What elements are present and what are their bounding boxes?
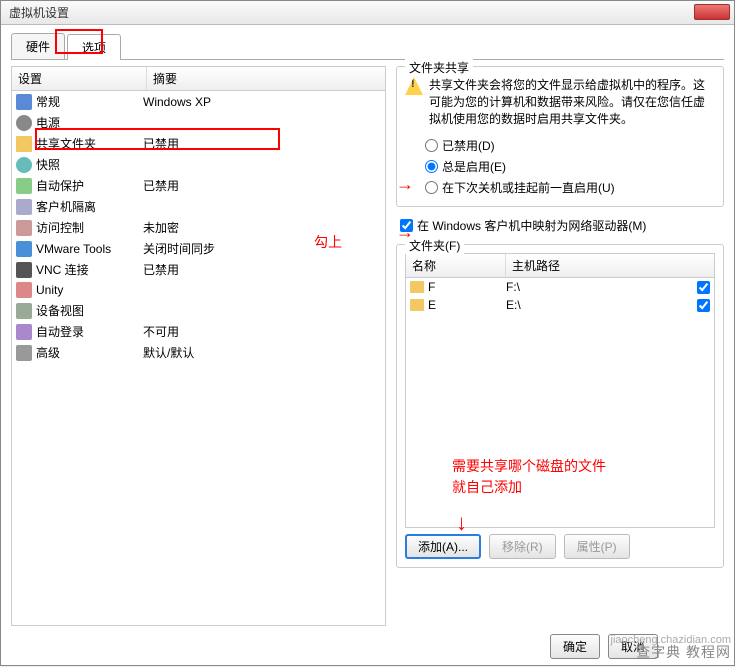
annotation-arrow-1: → <box>396 174 414 195</box>
folder-buttons: 添加(A)... 移除(R) 属性(P) <box>405 534 715 559</box>
properties-button[interactable]: 属性(P) <box>564 534 630 559</box>
row-name: 快照 <box>36 156 60 173</box>
add-button[interactable]: 添加(A)... <box>405 534 481 559</box>
close-button[interactable] <box>694 4 730 20</box>
list-row[interactable]: 自动登录 不可用 <box>12 321 385 342</box>
tab-options[interactable]: 选项 <box>67 34 121 60</box>
radio-disabled[interactable] <box>425 139 438 152</box>
folders-header-path: 主机路径 <box>506 254 714 277</box>
list-row[interactable]: 自动保护 已禁用 <box>12 175 385 196</box>
list-row[interactable]: 电源 <box>12 112 385 133</box>
folders-header-name: 名称 <box>406 254 506 277</box>
radio-until-label: 在下次关机或挂起前一直启用(U) <box>442 179 615 196</box>
annotation-arrow-2: → <box>396 222 414 243</box>
list-row[interactable]: 快照 <box>12 154 385 175</box>
list-row[interactable]: 高级 默认/默认 <box>12 342 385 363</box>
header-summary: 摘要 <box>147 67 385 90</box>
radio-disabled-row[interactable]: 已禁用(D) <box>405 135 715 156</box>
row-icon <box>16 303 32 319</box>
row-icon <box>16 178 32 194</box>
ok-button[interactable]: 确定 <box>550 634 600 659</box>
row-name: Unity <box>36 283 63 297</box>
annotation-gou-shang: 勾上 <box>314 232 342 252</box>
row-name: VMware Tools <box>36 242 111 256</box>
row-icon <box>16 241 32 257</box>
row-name: 设备视图 <box>36 302 84 319</box>
row-icon <box>16 220 32 236</box>
radio-disabled-label: 已禁用(D) <box>442 137 495 154</box>
radio-always-row[interactable]: 总是启用(E) <box>405 156 715 177</box>
row-icon <box>16 157 32 173</box>
radio-until-row[interactable]: 在下次关机或挂起前一直启用(U) <box>405 177 715 198</box>
folder-checkbox[interactable] <box>697 281 710 294</box>
row-summary: 已禁用 <box>143 261 381 278</box>
row-summary: 已禁用 <box>143 177 381 194</box>
row-name: VNC 连接 <box>36 261 89 278</box>
row-name: 访问控制 <box>36 219 84 236</box>
vm-settings-window: 虚拟机设置 硬件 选项 设置 摘要 常规Windows XP电源共享文件夹已禁用… <box>0 0 735 666</box>
radio-always[interactable] <box>425 160 438 173</box>
share-legend: 文件夹共享 <box>405 59 473 76</box>
share-warning-text: 共享文件夹会将您的文件显示给虚拟机中的程序。这可能为您的计算机和数据带来风险。请… <box>429 77 715 127</box>
list-row[interactable]: 共享文件夹 已禁用 <box>12 133 385 154</box>
folder-row[interactable]: FF:\ <box>406 278 714 296</box>
row-name: 自动登录 <box>36 323 84 340</box>
window-title: 虚拟机设置 <box>9 6 69 20</box>
settings-list: 设置 摘要 常规Windows XP电源共享文件夹已禁用快照自动保护已禁用客户机… <box>11 66 386 626</box>
folders-header: 名称 主机路径 <box>405 253 715 278</box>
watermark-text: 查字典 教程网 <box>636 642 731 662</box>
row-summary: Windows XP <box>143 95 381 109</box>
annotation-arrow-down: ↓ <box>456 510 467 536</box>
row-icon <box>16 282 32 298</box>
radio-always-label: 总是启用(E) <box>442 158 506 175</box>
folder-path: F:\ <box>506 280 697 294</box>
map-drive-row[interactable]: 在 Windows 客户机中映射为网络驱动器(M) <box>396 215 724 236</box>
list-header: 设置 摘要 <box>12 67 385 91</box>
titlebar: 虚拟机设置 <box>1 1 734 25</box>
row-summary: 默认/默认 <box>143 344 381 361</box>
row-icon <box>16 324 32 340</box>
list-row[interactable]: 常规 Windows XP <box>12 91 385 112</box>
row-summary: 不可用 <box>143 323 381 340</box>
content-area: 硬件 选项 设置 摘要 常规Windows XP电源共享文件夹已禁用快照自动保护… <box>1 25 734 667</box>
row-icon <box>16 262 32 278</box>
list-row[interactable]: VNC 连接 已禁用 <box>12 259 385 280</box>
share-groupbox: 文件夹共享 共享文件夹会将您的文件显示给虚拟机中的程序。这可能为您的计算机和数据… <box>396 66 724 207</box>
folder-row[interactable]: EE:\ <box>406 296 714 314</box>
tab-hardware[interactable]: 硬件 <box>11 33 65 59</box>
row-name: 共享文件夹 <box>36 135 96 152</box>
row-summary: 关闭时间同步 <box>143 240 381 257</box>
row-summary: 已禁用 <box>143 135 381 152</box>
radio-until[interactable] <box>425 181 438 194</box>
folder-name: E <box>428 298 506 312</box>
row-icon <box>16 94 32 110</box>
row-icon <box>16 199 32 215</box>
list-row[interactable]: 设备视图 <box>12 300 385 321</box>
row-name: 常规 <box>36 93 60 110</box>
folder-checkbox[interactable] <box>697 299 710 312</box>
row-icon <box>16 115 32 131</box>
folder-path: E:\ <box>506 298 697 312</box>
folder-icon <box>410 299 424 311</box>
row-icon <box>16 345 32 361</box>
header-setting: 设置 <box>12 67 147 90</box>
list-row[interactable]: Unity <box>12 280 385 300</box>
warning-icon <box>405 77 423 95</box>
folders-groupbox: 文件夹(F) 名称 主机路径 FF:\EE:\ 添加(A)... 移除(R) 属… <box>396 244 724 568</box>
tab-bar: 硬件 选项 <box>11 33 724 60</box>
list-row[interactable]: 客户机隔离 <box>12 196 385 217</box>
row-icon <box>16 136 32 152</box>
annotation-add-note: 需要共享哪个磁盘的文件 就自己添加 <box>452 456 606 498</box>
map-drive-label: 在 Windows 客户机中映射为网络驱动器(M) <box>417 217 646 234</box>
row-name: 高级 <box>36 344 60 361</box>
row-name: 客户机隔离 <box>36 198 96 215</box>
folder-name: F <box>428 280 506 294</box>
row-name: 电源 <box>36 114 60 131</box>
folder-icon <box>410 281 424 293</box>
row-name: 自动保护 <box>36 177 84 194</box>
right-panel: 文件夹共享 共享文件夹会将您的文件显示给虚拟机中的程序。这可能为您的计算机和数据… <box>396 66 724 626</box>
row-summary: 未加密 <box>143 219 381 236</box>
remove-button[interactable]: 移除(R) <box>489 534 556 559</box>
